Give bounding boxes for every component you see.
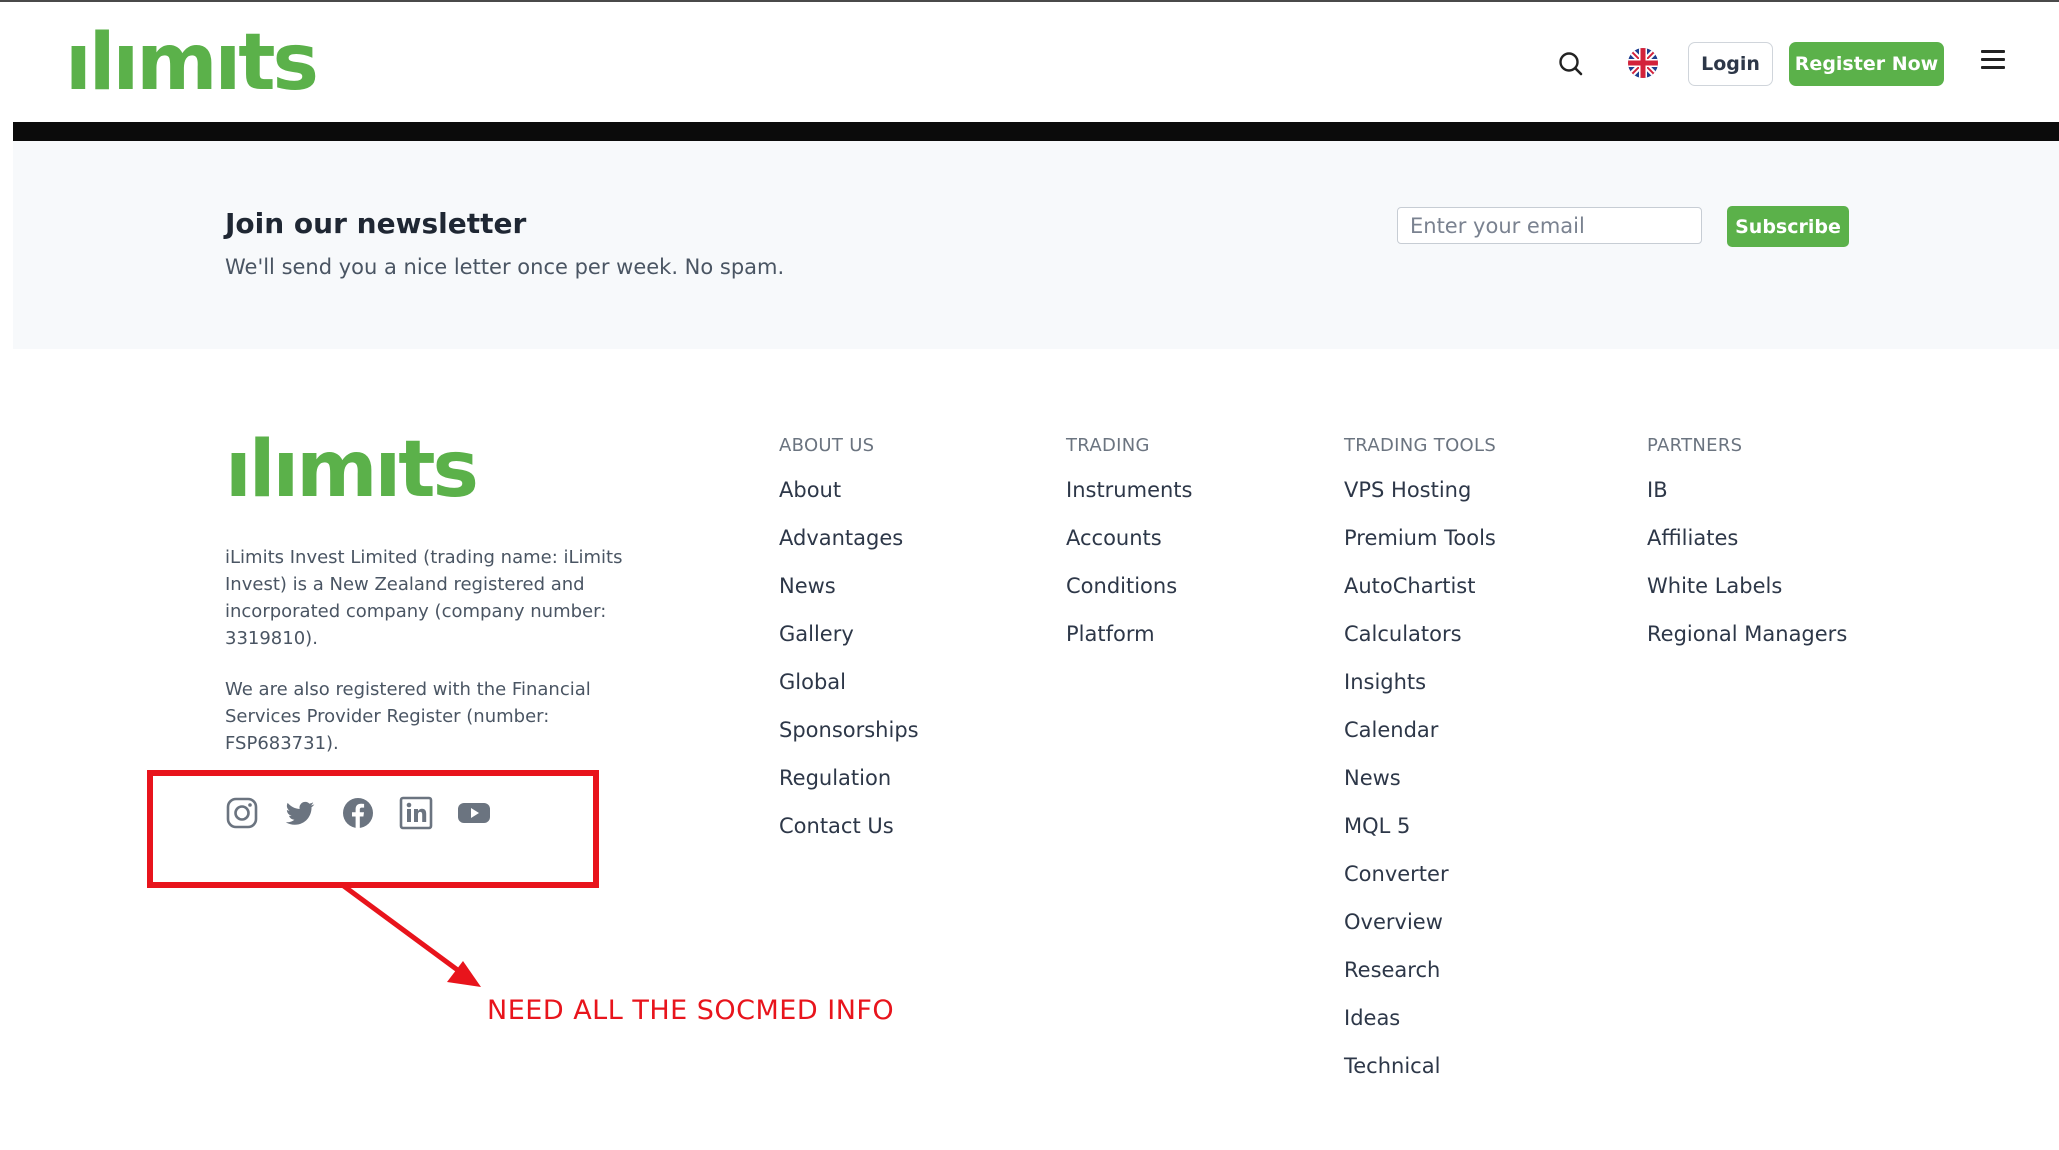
footer-link-conditions[interactable]: Conditions (1066, 571, 1192, 601)
footer-link-about[interactable]: About (779, 475, 919, 505)
footer-link-tools-news[interactable]: News (1344, 763, 1496, 793)
footer-link-global[interactable]: Global (779, 667, 919, 697)
footer-link-contact-us[interactable]: Contact Us (779, 811, 919, 841)
annotation-highlight-box (147, 770, 599, 888)
column-heading: ABOUT US (779, 435, 875, 456)
footer-column-trading-tools: TRADING TOOLS VPS Hosting Premium Tools … (1344, 435, 1496, 1081)
header-logo[interactable]: ılımıts (65, 24, 319, 102)
footer-link-premium-tools[interactable]: Premium Tools (1344, 523, 1496, 553)
hamburger-menu-icon[interactable] (1981, 50, 2005, 74)
site-header: ılımıts Login Register Now (13, 2, 2059, 122)
newsletter-email-input[interactable] (1397, 207, 1702, 244)
company-info-text: iLimits Invest Limited (trading name: iL… (225, 547, 623, 649)
footer-link-instruments[interactable]: Instruments (1066, 475, 1192, 505)
newsletter-section: Join our newsletter We'll send you a nic… (13, 141, 2059, 349)
column-heading: TRADING (1066, 435, 1150, 456)
footer-link-mql5[interactable]: MQL 5 (1344, 811, 1496, 841)
footer-logo[interactable]: ılımıts (225, 431, 479, 509)
footer-link-accounts[interactable]: Accounts (1066, 523, 1192, 553)
footer-column-trading: TRADING Instruments Accounts Conditions … (1066, 435, 1192, 649)
footer-link-gallery[interactable]: Gallery (779, 619, 919, 649)
register-now-button[interactable]: Register Now (1789, 42, 1944, 86)
newsletter-title: Join our newsletter (225, 207, 527, 240)
footer-link-insights[interactable]: Insights (1344, 667, 1496, 697)
footer-link-ib[interactable]: IB (1647, 475, 1847, 505)
footer-link-technical[interactable]: Technical (1344, 1051, 1496, 1081)
search-icon[interactable] (1553, 46, 1589, 82)
footer-link-platform[interactable]: Platform (1066, 619, 1192, 649)
footer-link-research[interactable]: Research (1344, 955, 1496, 985)
footer-link-calculators[interactable]: Calculators (1344, 619, 1496, 649)
footer-link-ideas[interactable]: Ideas (1344, 1003, 1496, 1033)
subscribe-button[interactable]: Subscribe (1727, 206, 1849, 247)
header-divider-bar (13, 122, 2059, 141)
footer-link-advantages[interactable]: Advantages (779, 523, 919, 553)
footer-link-sponsorships[interactable]: Sponsorships (779, 715, 919, 745)
footer-link-affiliates[interactable]: Affiliates (1647, 523, 1847, 553)
uk-flag-language-icon[interactable] (1628, 48, 1658, 78)
footer-column-about-us: ABOUT US About Advantages News Gallery G… (779, 435, 919, 841)
footer-link-white-labels[interactable]: White Labels (1647, 571, 1847, 601)
footer-column-partners: PARTNERS IB Affiliates White Labels Regi… (1647, 435, 1847, 649)
newsletter-subtitle: We'll send you a nice letter once per we… (225, 255, 785, 279)
annotation-arrow (323, 879, 503, 1003)
site-footer: ılımıts iLimits Invest Limited (trading … (13, 349, 2059, 1150)
footer-link-vps-hosting[interactable]: VPS Hosting (1344, 475, 1496, 505)
column-heading: TRADING TOOLS (1344, 435, 1497, 456)
annotation-text: NEED ALL THE SOCMED INFO (487, 995, 895, 1026)
footer-link-news[interactable]: News (779, 571, 919, 601)
login-button[interactable]: Login (1688, 42, 1773, 86)
footer-link-regulation[interactable]: Regulation (779, 763, 919, 793)
page: ılımıts Login Register Now Join our news… (0, 0, 2059, 1150)
footer-link-converter[interactable]: Converter (1344, 859, 1496, 889)
column-heading: PARTNERS (1647, 435, 1743, 456)
footer-link-calendar[interactable]: Calendar (1344, 715, 1496, 745)
footer-link-overview[interactable]: Overview (1344, 907, 1496, 937)
footer-link-autochartist[interactable]: AutoChartist (1344, 571, 1496, 601)
fsp-register-text: We are also registered with the Financia… (225, 679, 591, 754)
footer-link-regional-managers[interactable]: Regional Managers (1647, 619, 1847, 649)
